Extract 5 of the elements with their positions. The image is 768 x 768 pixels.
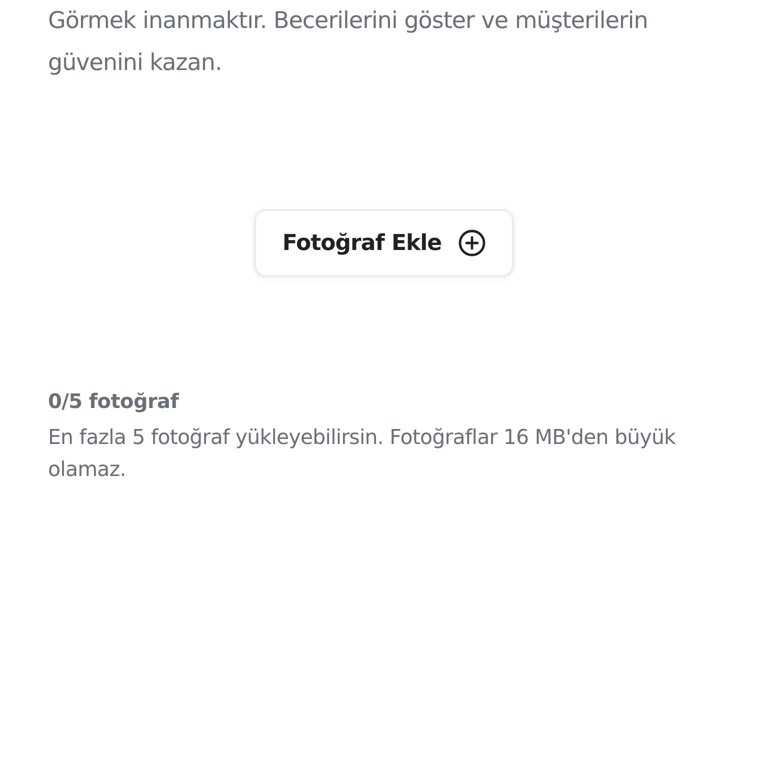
- intro-text: Görmek inanmaktır. Becerilerini göster ve müşterilerin güvenini kazan.: [48, 7, 649, 78]
- plus-circle-icon: [458, 229, 486, 257]
- upload-hint: En fazla 5 fotoğraf yükleyebilirsin. Fotoğraflar 16 MB'den büyük olamaz.: [48, 424, 677, 483]
- photo-counter: 0/5 fotoğraf: [48, 389, 180, 413]
- add-photo-button[interactable]: Fotoğraf Ekle: [254, 209, 514, 277]
